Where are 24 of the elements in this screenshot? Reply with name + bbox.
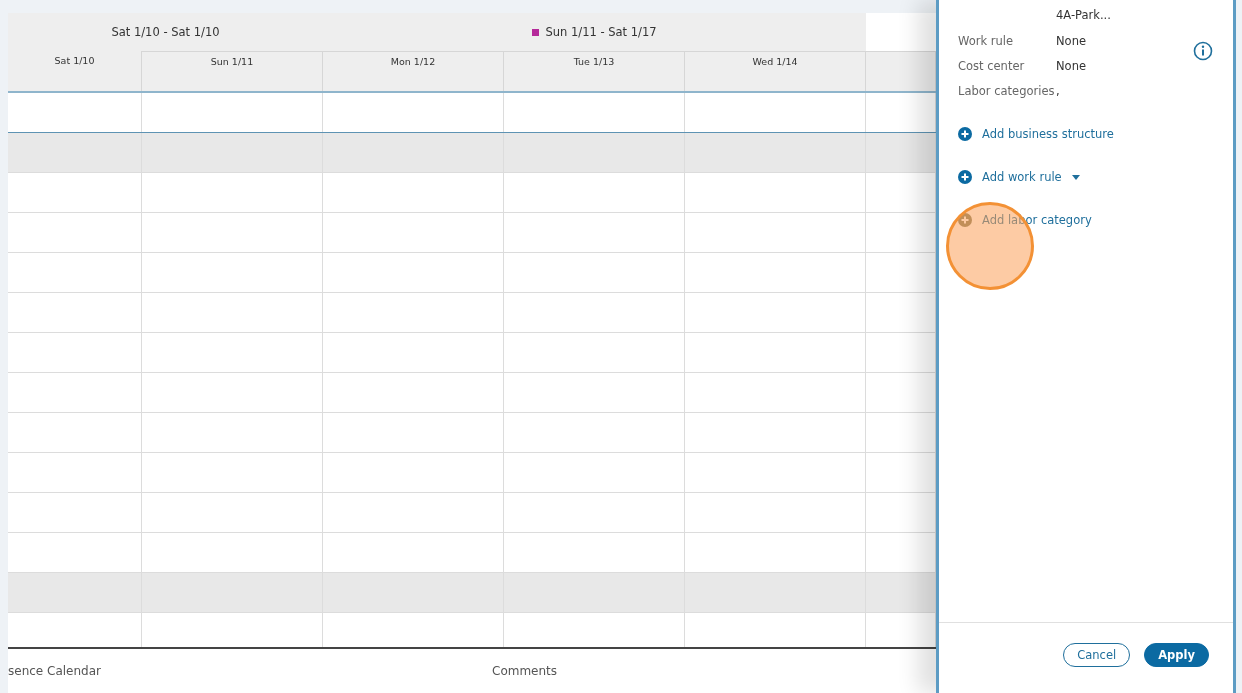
day-header: Wed 1/14	[685, 51, 866, 91]
day-header: Sat 1/10	[8, 51, 142, 91]
field-value: ,	[1056, 83, 1060, 98]
add-link[interactable]: Add work rule	[958, 170, 1080, 184]
week-range: Sat 1/10 - Sat 1/10	[111, 25, 220, 39]
week-range: Sun 1/11 - Sat 1/17	[545, 25, 657, 39]
bottom-tab[interactable]: sence Calendar	[8, 664, 492, 678]
day-header: Tue 1/13	[504, 51, 685, 91]
bottom-tab[interactable]: Comments	[492, 664, 558, 678]
cancel-button[interactable]: Cancel	[1063, 643, 1131, 667]
field-value: 4A-Park...	[1056, 8, 1112, 24]
field-value: None	[1056, 58, 1086, 73]
plus-icon	[958, 213, 972, 227]
field-value: None	[1056, 33, 1086, 48]
plus-icon	[958, 127, 972, 141]
field-label: Labor categories	[958, 83, 1056, 98]
plus-icon	[958, 170, 972, 184]
apply-button[interactable]: Apply	[1144, 643, 1209, 667]
add-link[interactable]: Add business structure	[958, 127, 1114, 141]
info-icon[interactable]	[1193, 41, 1213, 61]
field-label: Cost center	[958, 58, 1026, 73]
day-header: Mon 1/12	[323, 51, 504, 91]
field-label: Work rule	[958, 33, 1015, 48]
day-header: Sun 1/11	[142, 51, 323, 91]
